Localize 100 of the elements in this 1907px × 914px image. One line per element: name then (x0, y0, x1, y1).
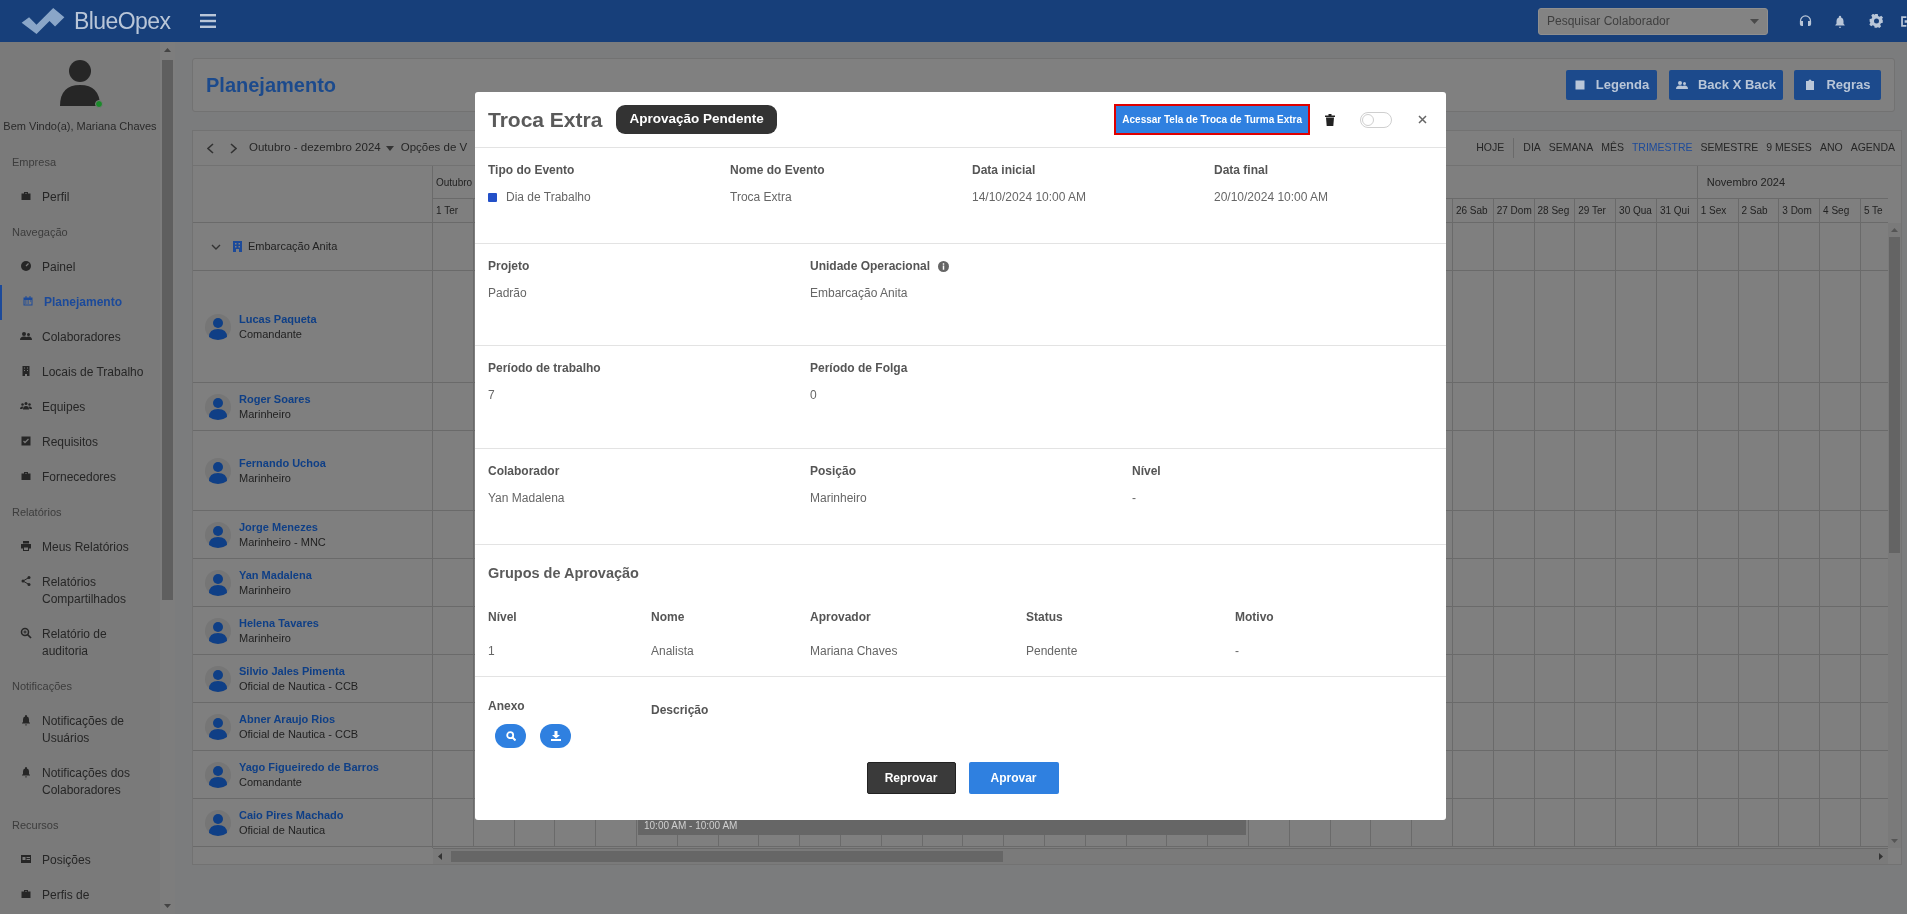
close-icon[interactable] (1418, 115, 1427, 124)
sidebar-item[interactable]: Notificações dos Colaboradores (0, 755, 160, 808)
collaborator-role: Marinheiro - MNC (239, 534, 326, 550)
settings-icon[interactable] (1869, 13, 1884, 29)
field-label: Unidade Operacional (810, 258, 931, 275)
month-header: Novembro 2024 (1706, 174, 1786, 190)
sidebar-section-title: Navegação (11, 224, 69, 240)
caret-icon (385, 145, 394, 151)
header-button[interactable]: Regras (1794, 70, 1881, 100)
sidebar-item[interactable]: Perfil (0, 179, 160, 215)
chevron-down-icon[interactable] (211, 243, 221, 250)
column-header: Aprovador (810, 609, 871, 624)
sidebar-item[interactable]: Relatórios Compartilhados (0, 564, 160, 617)
building-icon (20, 364, 32, 377)
day-header: 5 Te (1863, 204, 1883, 218)
field-value: Padrão (488, 285, 527, 302)
sidebar-item[interactable]: Perfis de (0, 877, 160, 913)
scroll-down-icon (164, 904, 171, 908)
field-label: Projeto (488, 258, 530, 275)
reject-button[interactable]: Reprovar (866, 762, 956, 794)
status-badge: Aprovação Pendente (616, 105, 777, 134)
collaborator-role: Marinheiro (239, 582, 292, 598)
user-avatar-icon (60, 60, 100, 106)
view-tab[interactable]: DIA (1519, 140, 1545, 156)
collaborator-name[interactable]: Jorge Menezes (239, 519, 326, 535)
view-tab[interactable]: AGENDA (1846, 140, 1899, 156)
collaborator-name[interactable]: Yan Madalena (239, 567, 312, 583)
day-header: 4 Seg (1823, 204, 1850, 218)
welcome-text: Bem Vindo(a), Mariana Chaves (2, 119, 158, 134)
users-icon (20, 329, 32, 342)
view-attachment-button[interactable] (495, 724, 526, 748)
printer-icon (20, 539, 32, 552)
chevron-left-icon[interactable] (207, 142, 214, 154)
collaborator-name[interactable]: Caio Pires Machado (239, 807, 344, 823)
day-header: 28 Seg (1537, 204, 1570, 218)
sidebar-item[interactable]: Requisitos (0, 424, 160, 460)
search-icon (20, 626, 32, 639)
collaborator-name[interactable]: Helena Tavares (239, 615, 319, 631)
column-header: Nome (651, 609, 685, 624)
id-card-icon (20, 852, 32, 865)
field-label: Tipo do Evento (488, 162, 575, 179)
dialog-title: Troca Extra (488, 106, 603, 133)
scroll-left-icon (438, 853, 442, 860)
menu-icon[interactable] (200, 14, 217, 28)
view-options-dropdown[interactable]: Opções de V (400, 139, 468, 157)
bell-icon (20, 713, 32, 726)
chevron-right-icon[interactable] (230, 142, 237, 154)
user-icon (205, 313, 231, 340)
field-value: Embarcação Anita (810, 285, 908, 302)
building-icon (233, 241, 242, 252)
scrollbar-thumb[interactable] (1889, 237, 1900, 553)
collaborator-name[interactable]: Silvio Jales Pimenta (239, 663, 359, 679)
field-value: 14/10/2024 10:00 AM (972, 189, 1087, 206)
download-button[interactable] (540, 724, 571, 748)
view-tab[interactable]: TRIMESTRE (1627, 140, 1697, 156)
view-tab[interactable]: SEMESTRE (1696, 140, 1763, 156)
field-label: Descrição (651, 703, 709, 717)
sidebar-item[interactable]: Relatório de auditoria (0, 616, 160, 669)
sidebar-item[interactable]: Posições (0, 842, 160, 878)
collaborator-name[interactable]: Lucas Paqueta (239, 311, 317, 327)
view-tab[interactable]: 9 MESES (1762, 140, 1816, 156)
day-header: 29 Ter (1578, 204, 1606, 218)
toggle-switch[interactable] (1360, 111, 1392, 128)
sidebar-item[interactable]: Fornecedores (0, 459, 160, 495)
collaborator-name[interactable]: Roger Soares (239, 391, 311, 407)
search-field[interactable]: Pesquisar Colaborador (1538, 7, 1768, 35)
user-icon (205, 713, 231, 740)
scroll-right-icon (1879, 853, 1883, 860)
collaborator-name[interactable]: Yago Figueiredo de Barros (239, 759, 379, 775)
user-icon (205, 457, 231, 484)
bell-icon[interactable] (1833, 13, 1847, 29)
collaborator-role: Oficial de Nautica (239, 822, 327, 838)
collaborator-role: Oficial de Nautica - CCB (239, 726, 359, 742)
view-tab[interactable]: HOJE (1472, 140, 1509, 156)
view-tab[interactable]: MÊS (1597, 140, 1628, 156)
sidebar-item[interactable]: Colaboradores (0, 319, 160, 355)
brand-name: BlueOpex (74, 6, 171, 36)
sidebar-item[interactable]: Painel (0, 249, 160, 285)
collaborator-name[interactable]: Fernando Uchoa (239, 455, 326, 471)
sidebar-item[interactable]: Equipes (0, 389, 160, 425)
approve-button[interactable]: Aprovar (968, 762, 1059, 794)
field-value: 0 (810, 387, 817, 404)
header-button[interactable]: Legenda (1566, 70, 1657, 100)
day-header: 1 Sex (1700, 204, 1727, 218)
action-button[interactable]: Acessar Tela de Troca de Turma Extra (1114, 104, 1310, 135)
sidebar-item[interactable]: Meus Relatórios (0, 529, 160, 565)
view-tab[interactable]: SEMANA (1544, 140, 1598, 156)
headset-icon[interactable] (1798, 13, 1813, 29)
briefcase-icon (20, 189, 32, 202)
view-tab[interactable]: ANO (1815, 140, 1847, 156)
collaborator-name[interactable]: Abner Araujo Rios (239, 711, 359, 727)
column-header: Nível (488, 609, 517, 624)
field-value: Marinheiro (810, 490, 867, 507)
clipboard-icon (1804, 79, 1817, 91)
scrollbar-thumb[interactable] (162, 60, 173, 600)
sidebar-item[interactable]: Notificações de Usuários (0, 703, 160, 756)
sidebar-item[interactable]: Locais de Trabalho (0, 354, 160, 390)
header-button[interactable]: Back X Back (1669, 70, 1783, 100)
trash-icon[interactable] (1325, 113, 1335, 126)
date-range-dropdown[interactable]: Outubro - dezembro 2024 (249, 139, 394, 157)
